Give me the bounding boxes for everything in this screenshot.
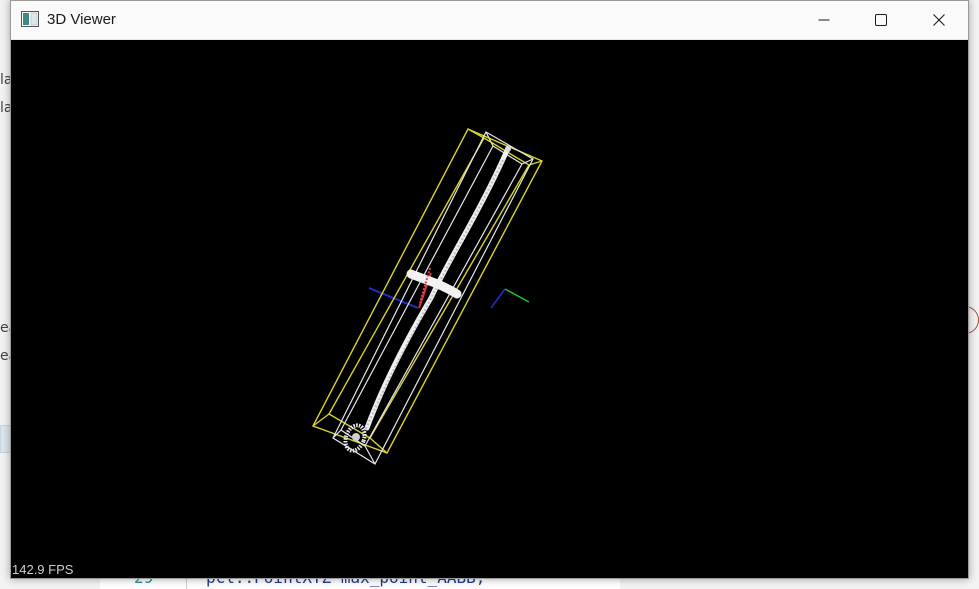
- app-icon: [21, 11, 39, 27]
- minimize-icon: [818, 19, 830, 21]
- close-icon: [933, 14, 945, 26]
- point-cloud: [343, 145, 511, 453]
- maximize-icon: [875, 14, 887, 26]
- close-button[interactable]: [910, 1, 968, 39]
- minimize-button[interactable]: [795, 1, 853, 39]
- maximize-button[interactable]: [852, 1, 910, 39]
- point-cloud-scene: [312, 128, 543, 465]
- render-viewport[interactable]: 142.9 FPS: [11, 40, 968, 578]
- corner-axes: [490, 288, 530, 309]
- z-axis-small: [490, 288, 506, 309]
- fps-counter: 142.9 FPS: [12, 562, 74, 577]
- window-title: 3D Viewer: [47, 11, 116, 28]
- y-axis-small: [504, 288, 530, 303]
- title-bar[interactable]: 3D Viewer: [11, 1, 968, 40]
- viewer-window: 3D Viewer 142.9 FPS: [10, 0, 969, 579]
